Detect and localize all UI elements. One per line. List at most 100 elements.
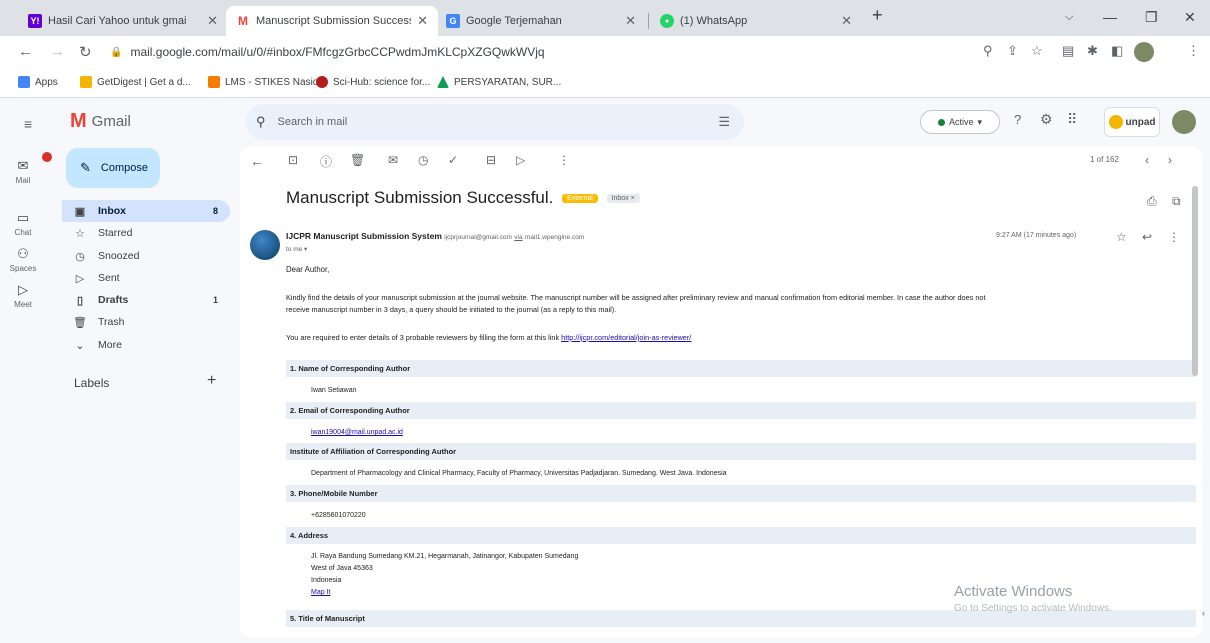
rail-meet[interactable]: ▷ Meet	[0, 282, 46, 309]
tab-google-translate[interactable]: G Google Terjemahan ✕	[436, 6, 646, 36]
archive-icon[interactable]: ⊡	[288, 153, 298, 167]
gmail-logo[interactable]: M Gmail	[70, 110, 131, 133]
reviewer-instructions: You are required to enter details of 3 p…	[286, 333, 560, 342]
compose-button[interactable]: ✎ Compose	[66, 148, 160, 188]
snooze-icon[interactable]: ◷	[418, 153, 428, 167]
side-panel-toggle-icon[interactable]: ‹	[1202, 608, 1205, 618]
close-tab-icon[interactable]: ✕	[417, 13, 428, 29]
email-reading-pane: ← ⊡ ⓘ 🗑 ✉ ◷ ✓ ⊟ ▷ ⋮ 1 of 162 ‹ › Manuscr…	[240, 146, 1202, 638]
search-bar[interactable]: ⚲ Search in mail ☰	[246, 104, 744, 140]
nav-inbox[interactable]: ▣ Inbox 8	[62, 200, 230, 222]
bookmark-label: Apps	[35, 76, 58, 88]
back-to-inbox-icon[interactable]: ←	[250, 153, 264, 169]
reload-icon[interactable]: ↻	[79, 43, 92, 61]
zoom-icon[interactable]: ⚲	[983, 43, 993, 59]
external-badge[interactable]: External	[562, 194, 598, 204]
browser-tab-strip: Y! Hasil Cari Yahoo untuk gmai ✕ M Manus…	[0, 0, 1210, 36]
tab-manuscript-email[interactable]: M Manuscript Submission Successf ✕	[226, 6, 438, 36]
bookmark-apps[interactable]: Apps	[18, 76, 58, 88]
search-icon[interactable]: ⚲	[256, 114, 266, 130]
reading-list-icon[interactable]: ▤	[1062, 43, 1074, 59]
bookmark-label: LMS - STIKES Nasio...	[225, 76, 327, 88]
tab-whatsapp[interactable]: ● (1) WhatsApp ✕	[650, 6, 862, 36]
message-menu-icon[interactable]: ⋮	[1168, 230, 1180, 244]
field-value-author-email[interactable]: iwan19004@mail.unpad.ac.id	[311, 427, 403, 438]
nav-starred[interactable]: ☆ Starred	[62, 222, 230, 244]
side-panel-icon[interactable]: ◧	[1111, 43, 1123, 59]
map-it-link[interactable]: Map It	[311, 587, 330, 598]
gmail-m-icon: M	[70, 110, 87, 132]
rail-mail[interactable]: ✉ Mail	[0, 152, 52, 185]
close-window-icon[interactable]: ✕	[1184, 9, 1196, 26]
account-avatar[interactable]	[1172, 110, 1196, 134]
new-tab-icon[interactable]: +	[872, 5, 883, 26]
bookmark-persyaratan[interactable]: PERSYARATAN, SUR...	[437, 76, 561, 88]
delete-icon[interactable]: 🗑	[350, 153, 365, 167]
rail-label: Chat	[14, 228, 32, 237]
move-to-icon[interactable]: ⊟	[486, 153, 496, 167]
print-icon[interactable]: ⎙	[1147, 194, 1157, 209]
close-tab-icon[interactable]: ✕	[625, 13, 636, 29]
reading-pane-scrollbar[interactable]	[1192, 186, 1198, 376]
sender-email: ijcprjournal@gmail.com	[444, 234, 512, 241]
close-tab-icon[interactable]: ✕	[207, 13, 218, 29]
search-input[interactable]: Search in mail	[278, 116, 348, 128]
apps-grid-icon	[18, 76, 30, 88]
recipient-dropdown[interactable]: to me ▾	[286, 245, 307, 253]
older-chevron-icon[interactable]: ›	[1168, 153, 1172, 167]
support-icon[interactable]: ?	[1014, 112, 1021, 127]
bookmark-label: PERSYARATAN, SUR...	[454, 76, 562, 88]
add-to-tasks-icon[interactable]: ✓	[448, 153, 458, 167]
back-arrow-icon[interactable]: ←	[18, 43, 33, 60]
reply-icon[interactable]: ↩	[1142, 230, 1152, 244]
extensions-icon[interactable]: ✱	[1087, 43, 1098, 59]
report-spam-icon[interactable]: ⓘ	[320, 153, 332, 170]
close-tab-icon[interactable]: ✕	[841, 13, 852, 29]
status-dropdown[interactable]: Active ▾	[920, 110, 1000, 134]
bookmark-getdigest[interactable]: GetDigest | Get a d...	[80, 76, 191, 88]
minimize-icon[interactable]: —	[1103, 9, 1117, 25]
profile-avatar[interactable]	[1134, 42, 1154, 62]
apps-grid-icon[interactable]: ⠿	[1067, 111, 1077, 128]
rail-spaces[interactable]: ⚇ Spaces	[0, 246, 46, 273]
label-icon[interactable]: ▷	[516, 153, 525, 167]
share-icon[interactable]: ⇪	[1007, 43, 1018, 59]
mark-unread-icon[interactable]: ✉	[388, 153, 398, 167]
nav-snoozed[interactable]: ◷ Snoozed	[62, 245, 230, 267]
nav-more[interactable]: ⌄ More	[62, 334, 230, 356]
chrome-menu-icon[interactable]: ⋮	[1187, 43, 1200, 59]
reviewer-form-link[interactable]: http://ijcpr.com/editorial/join-as-revie…	[561, 333, 691, 342]
email-timestamp: 9:27 AM (17 minutes ago)	[996, 232, 1077, 239]
getdigest-icon	[80, 76, 92, 88]
google-drive-icon	[437, 76, 449, 88]
star-message-icon[interactable]: ☆	[1116, 230, 1127, 244]
inbox-label-chip[interactable]: Inbox ×	[606, 194, 640, 204]
newer-chevron-icon[interactable]: ‹	[1145, 153, 1149, 167]
sender-name[interactable]: IJCPR Manuscript Submission System	[286, 231, 442, 241]
bookmarks-bar: Apps GetDigest | Get a d... LMS - STIKES…	[0, 68, 1210, 98]
address-bar[interactable]: 🔒 mail.google.com/mail/u/0/#inbox/FMfcgz…	[110, 40, 1010, 64]
meet-icon: ▷	[18, 282, 28, 297]
nav-trash[interactable]: 🗑 Trash	[62, 311, 230, 333]
bookmark-star-icon[interactable]: ☆	[1031, 43, 1043, 59]
bookmark-scihub[interactable]: Sci-Hub: science for...	[316, 76, 430, 88]
settings-gear-icon[interactable]: ⚙	[1040, 111, 1053, 128]
tab-search-chevron-icon[interactable]: ⌵	[1065, 11, 1073, 24]
tab-yahoo-search[interactable]: Y! Hasil Cari Yahoo untuk gmai ✕	[18, 6, 228, 36]
via-text: via	[514, 234, 523, 241]
nav-drafts[interactable]: ▯ Drafts 1	[62, 289, 230, 311]
open-new-window-icon[interactable]: ⧉	[1172, 194, 1181, 209]
bookmark-lms[interactable]: LMS - STIKES Nasio...	[208, 76, 327, 88]
forward-arrow-icon[interactable]: →	[50, 43, 65, 60]
via-domain: mail1.wpengine.com	[524, 234, 585, 241]
rail-chat[interactable]: ▭ Chat	[0, 210, 46, 237]
search-options-icon[interactable]: ☰	[718, 114, 730, 130]
more-options-icon[interactable]: ⋮	[558, 153, 570, 167]
chat-icon: ▭	[16, 210, 30, 225]
translate-favicon-icon: G	[446, 14, 460, 28]
restore-icon[interactable]: ❐	[1145, 9, 1158, 26]
nav-sent[interactable]: ▷ Sent	[62, 267, 230, 289]
sender-avatar[interactable]	[250, 230, 280, 260]
app-rail: ✉ Mail ▭ Chat ⚇ Spaces ▷ Meet	[0, 98, 52, 643]
add-label-icon[interactable]: +	[207, 372, 216, 390]
